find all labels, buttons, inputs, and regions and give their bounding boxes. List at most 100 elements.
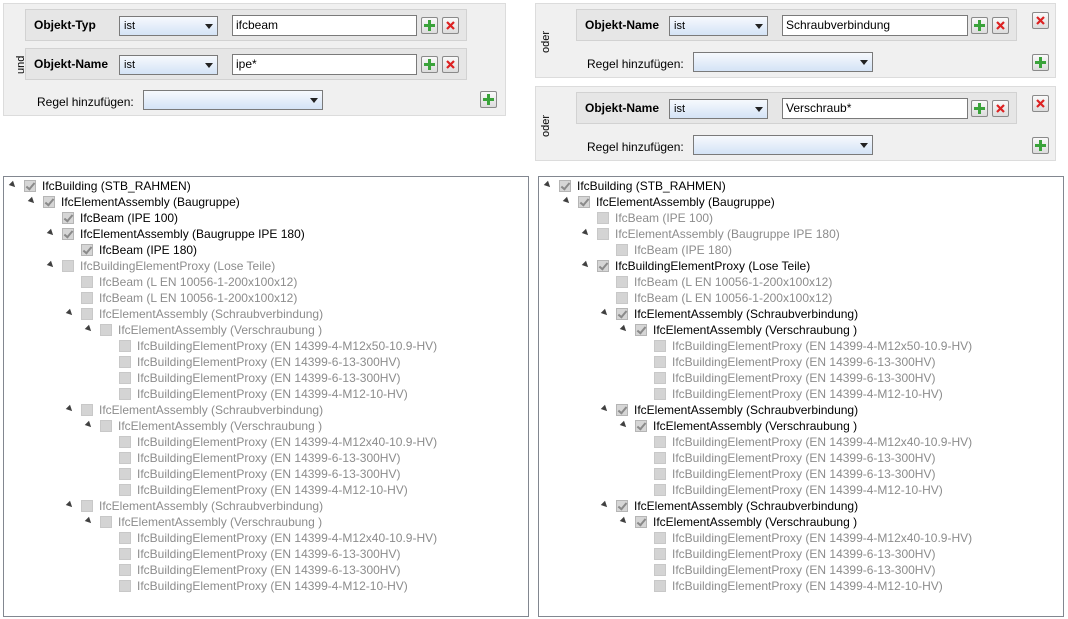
tree-node-checkbox[interactable] [62, 212, 74, 224]
add-condition-button[interactable] [421, 17, 438, 34]
tree-node-checkbox[interactable] [62, 260, 74, 272]
tree-node-checkbox[interactable] [559, 180, 571, 192]
tree-node-checkbox[interactable] [119, 436, 131, 448]
expand-triangle-icon[interactable] [619, 324, 629, 334]
tree-node-checkbox[interactable] [654, 356, 666, 368]
operator-dropdown[interactable]: ist [119, 16, 218, 36]
tree-node-checkbox[interactable] [119, 484, 131, 496]
tree-node-checkbox[interactable] [62, 228, 74, 240]
tree-node-checkbox[interactable] [43, 196, 55, 208]
expand-triangle-icon[interactable] [619, 516, 629, 526]
add-condition-button[interactable] [421, 56, 438, 73]
expand-triangle-icon[interactable] [65, 500, 75, 510]
add-condition-button[interactable] [971, 17, 988, 34]
tree-node-checkbox[interactable] [119, 388, 131, 400]
tree-node-checkbox[interactable] [119, 564, 131, 576]
tree-node-checkbox[interactable] [119, 580, 131, 592]
tree-node-checkbox[interactable] [654, 388, 666, 400]
remove-condition-button[interactable] [992, 17, 1009, 34]
tree-node-checkbox[interactable] [654, 548, 666, 560]
tree-node-checkbox[interactable] [100, 420, 112, 432]
tree-node-checkbox[interactable] [119, 340, 131, 352]
tree-node-checkbox[interactable] [597, 228, 609, 240]
tree-node-checkbox[interactable] [81, 500, 93, 512]
tree-node-checkbox[interactable] [597, 260, 609, 272]
expand-triangle-icon[interactable] [581, 228, 591, 238]
tree-node-checkbox[interactable] [100, 516, 112, 528]
tree-node-checkbox[interactable] [654, 484, 666, 496]
expand-triangle-icon[interactable] [600, 404, 610, 414]
add-rule-dropdown[interactable] [143, 90, 323, 110]
add-condition-button[interactable] [971, 100, 988, 117]
expand-triangle-icon[interactable] [65, 308, 75, 318]
expand-triangle-icon[interactable] [562, 196, 572, 206]
tree-node-checkbox[interactable] [654, 580, 666, 592]
tree-node-checkbox[interactable] [597, 212, 609, 224]
expand-triangle-icon[interactable] [84, 516, 94, 526]
value-input[interactable]: ifcbeam [232, 15, 417, 36]
tree-node-checkbox[interactable] [635, 324, 647, 336]
expand-triangle-icon[interactable] [46, 260, 56, 270]
tree-node-checkbox[interactable] [81, 276, 93, 288]
tree-node-checkbox[interactable] [578, 196, 590, 208]
tree-node-checkbox[interactable] [654, 452, 666, 464]
tree-node-checkbox[interactable] [654, 340, 666, 352]
expand-triangle-icon[interactable] [600, 500, 610, 510]
expand-triangle-icon[interactable] [8, 180, 18, 190]
remove-group-button[interactable] [1032, 12, 1049, 29]
tree-node-checkbox[interactable] [616, 292, 628, 304]
tree-node-checkbox[interactable] [100, 324, 112, 336]
expand-triangle-icon[interactable] [543, 180, 553, 190]
expand-triangle-icon[interactable] [619, 420, 629, 430]
expand-triangle-icon[interactable] [581, 260, 591, 270]
add-rule-button[interactable] [1032, 137, 1049, 154]
remove-condition-button[interactable] [442, 56, 459, 73]
tree-node-checkbox[interactable] [119, 468, 131, 480]
right-tree-view[interactable]: IfcBuilding (STB_RAHMEN) IfcElementAssemb… [538, 176, 1064, 617]
tree-node-checkbox[interactable] [616, 500, 628, 512]
add-rule-button[interactable] [1032, 54, 1049, 71]
add-rule-dropdown[interactable] [693, 52, 873, 72]
add-rule-button[interactable] [480, 91, 497, 108]
tree-node-checkbox[interactable] [654, 468, 666, 480]
tree-node-checkbox[interactable] [654, 372, 666, 384]
tree-node-checkbox[interactable] [616, 244, 628, 256]
tree-node-checkbox[interactable] [616, 276, 628, 288]
tree-node-checkbox[interactable] [635, 420, 647, 432]
tree-node-checkbox[interactable] [654, 564, 666, 576]
remove-condition-button[interactable] [992, 100, 1009, 117]
tree-node-checkbox[interactable] [81, 292, 93, 304]
tree-node-checkbox[interactable] [616, 404, 628, 416]
remove-condition-button[interactable] [442, 17, 459, 34]
expand-triangle-icon[interactable] [600, 308, 610, 318]
tree-node-checkbox[interactable] [654, 436, 666, 448]
remove-group-button[interactable] [1032, 95, 1049, 112]
tree-node-checkbox[interactable] [654, 532, 666, 544]
value-input[interactable]: Verschraub* [782, 98, 968, 119]
operator-dropdown[interactable]: ist [119, 55, 218, 75]
expand-triangle-icon[interactable] [46, 228, 56, 238]
tree-node-checkbox[interactable] [119, 548, 131, 560]
expand-triangle-icon[interactable] [27, 196, 37, 206]
tree-node-label: IfcElementAssembly (Schraubverbindung) [99, 499, 324, 513]
add-rule-dropdown[interactable] [693, 135, 873, 155]
tree-node-checkbox[interactable] [119, 532, 131, 544]
value-input[interactable]: Schraubverbindung [782, 15, 968, 36]
expand-triangle-icon[interactable] [65, 404, 75, 414]
tree-node-checkbox[interactable] [119, 452, 131, 464]
expand-triangle-icon[interactable] [84, 420, 94, 430]
operator-dropdown[interactable]: ist [669, 16, 768, 36]
tree-node-label: IfcBuildingElementProxy (EN 14399-4-M12-… [672, 579, 943, 593]
value-input[interactable]: ipe* [232, 54, 417, 75]
tree-node-checkbox[interactable] [81, 404, 93, 416]
tree-node-checkbox[interactable] [24, 180, 36, 192]
tree-node-checkbox[interactable] [616, 308, 628, 320]
tree-node-checkbox[interactable] [119, 372, 131, 384]
tree-node-checkbox[interactable] [119, 356, 131, 368]
tree-node-checkbox[interactable] [81, 308, 93, 320]
operator-dropdown[interactable]: ist [669, 99, 768, 119]
left-tree-view[interactable]: IfcBuilding (STB_RAHMEN) IfcElementAssemb… [3, 176, 529, 617]
tree-node-checkbox[interactable] [635, 516, 647, 528]
tree-node-checkbox[interactable] [81, 244, 93, 256]
expand-triangle-icon[interactable] [84, 324, 94, 334]
